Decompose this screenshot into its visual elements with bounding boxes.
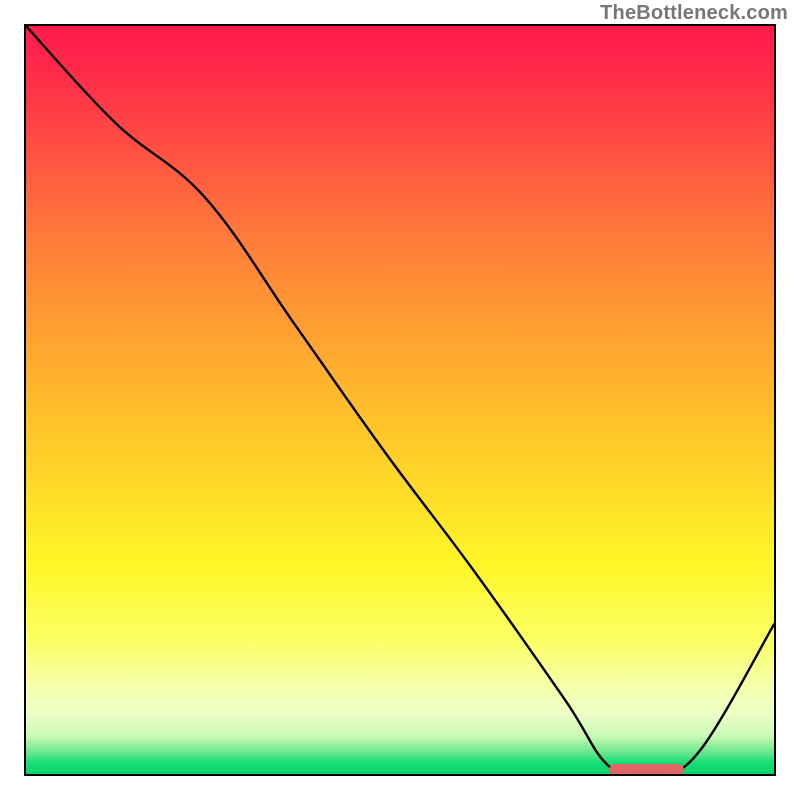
chart-frame xyxy=(24,24,776,776)
heat-gradient-background xyxy=(26,26,774,774)
watermark-text: TheBottleneck.com xyxy=(600,2,788,25)
optimal-range-marker xyxy=(609,764,684,776)
